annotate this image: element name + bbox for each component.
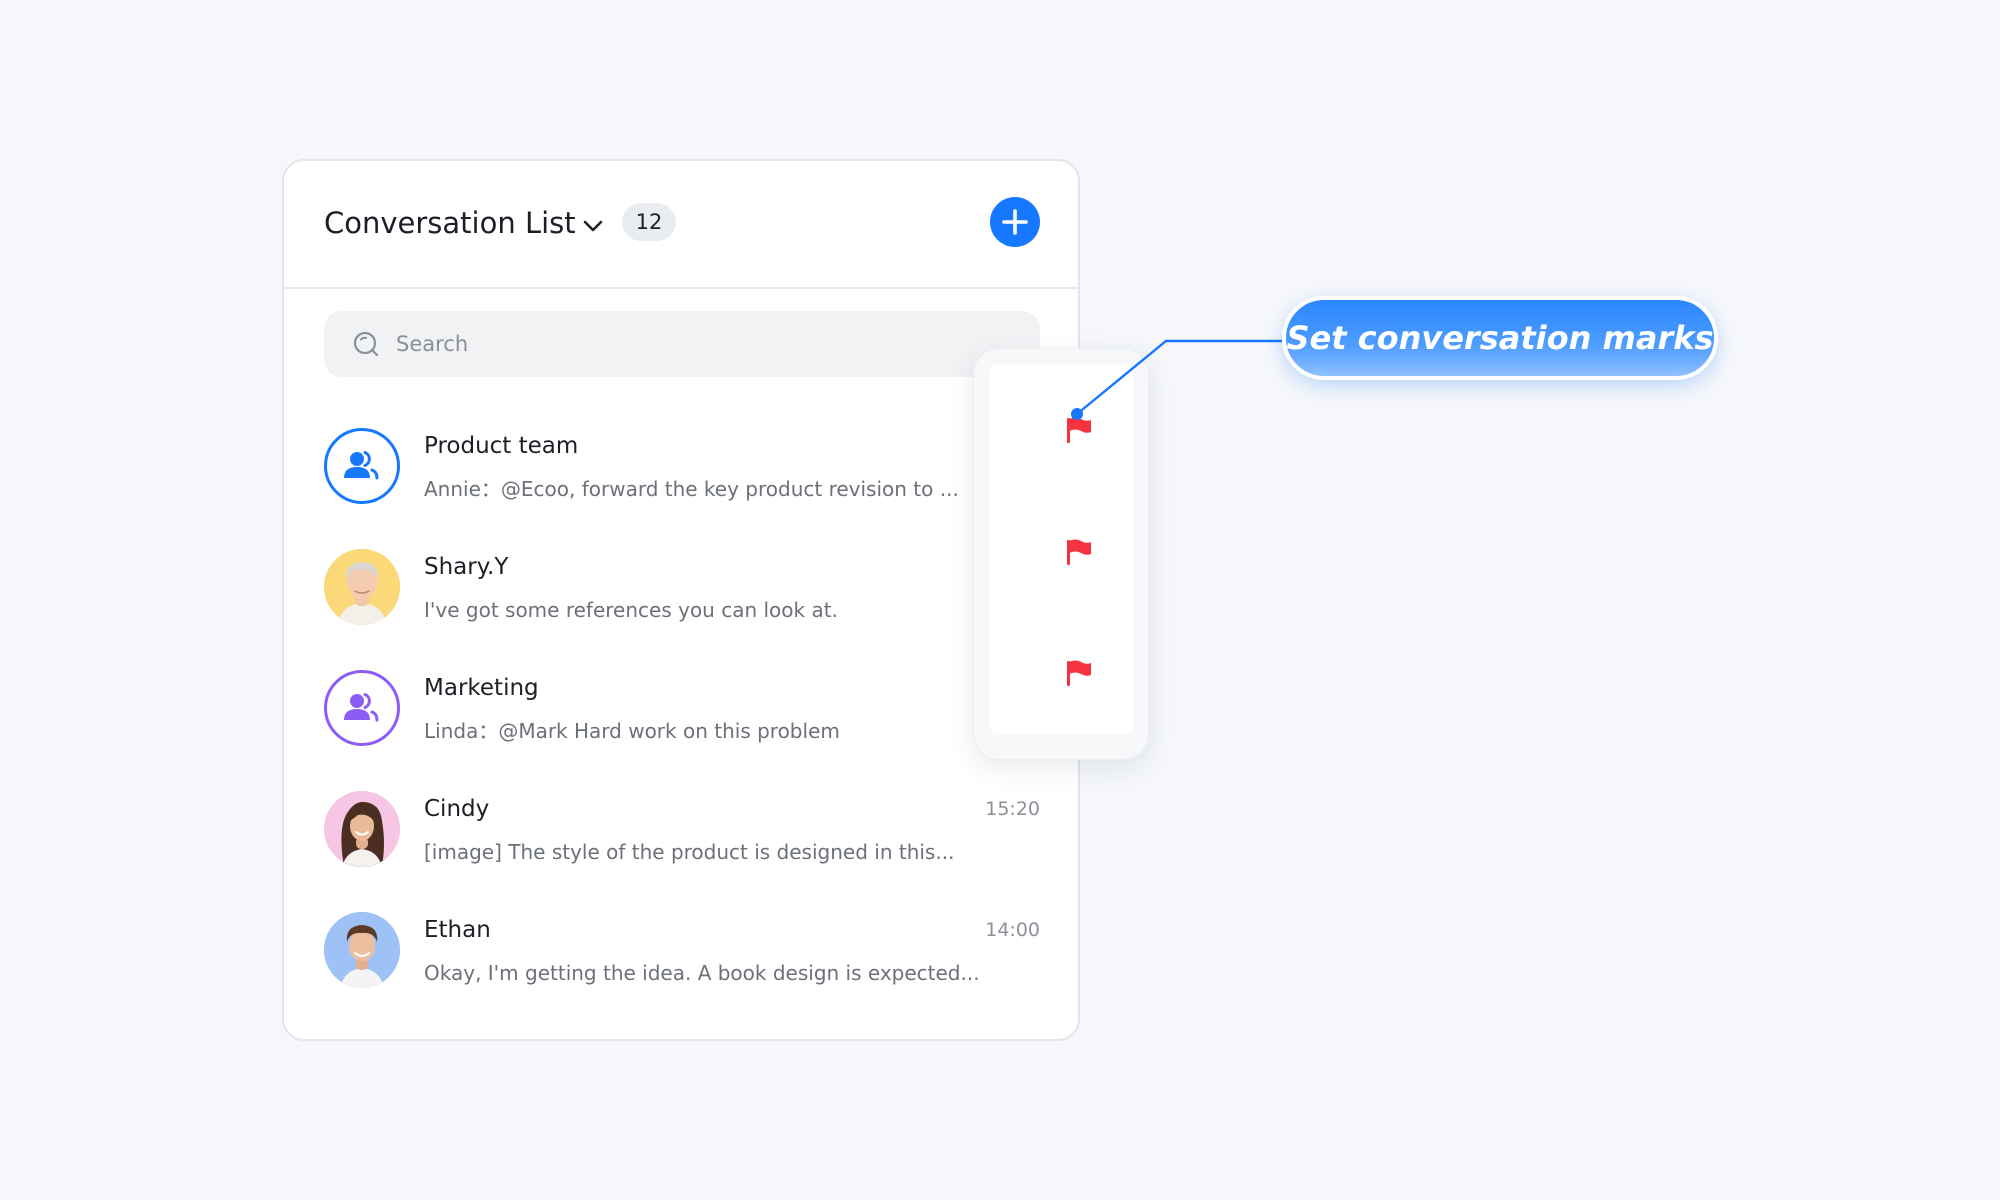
- conversation-item[interactable]: Product team Annie：@Ecoo, forward the ke…: [324, 426, 1040, 526]
- conversation-name: Marketing: [424, 675, 539, 701]
- group-icon: [344, 451, 379, 480]
- flag-icon[interactable]: [1064, 537, 1094, 567]
- conversation-item[interactable]: Marketing Linda：@Mark Hard work on this …: [324, 668, 1040, 768]
- avatar: [324, 428, 400, 504]
- conversation-name: Product team: [424, 433, 579, 459]
- search-icon: [353, 331, 379, 357]
- conversation-preview: Okay, I'm getting the idea. A book desig…: [424, 961, 980, 985]
- conversation-time: 15:20: [985, 798, 1040, 820]
- flag-icon[interactable]: [1064, 415, 1094, 445]
- conversation-preview: Annie：@Ecoo, forward the key product rev…: [424, 477, 959, 501]
- conversation-name: Cindy: [424, 796, 490, 822]
- page-title[interactable]: Conversation List: [324, 203, 576, 243]
- conversation-mark-list: [989, 364, 1133, 734]
- person-photo: [324, 549, 400, 625]
- search-input[interactable]: [396, 311, 996, 377]
- conversation-name: Shary.Y: [424, 554, 509, 580]
- conversation-mark-panel: [973, 348, 1149, 760]
- group-icon: [344, 693, 379, 722]
- conversation-name: Ethan: [424, 917, 491, 943]
- person-photo: [324, 912, 400, 988]
- avatar: [324, 549, 400, 625]
- conversation-preview: Linda：@Mark Hard work on this problem: [424, 719, 840, 743]
- avatar: [324, 912, 400, 988]
- avatar: [324, 670, 400, 746]
- conversation-list-panel: Conversation List 12 Product: [282, 159, 1080, 1041]
- search-box[interactable]: [324, 311, 1040, 377]
- chevron-down-icon[interactable]: [578, 211, 608, 241]
- conversation-item[interactable]: Ethan 14:00 Okay, I'm getting the idea. …: [324, 910, 1040, 1010]
- flag-icon[interactable]: [1064, 658, 1094, 688]
- plus-icon: [1002, 209, 1028, 235]
- conversation-item[interactable]: Shary.Y I've got some references you can…: [324, 547, 1040, 647]
- conversation-count-badge: 12: [622, 203, 676, 241]
- conversation-list-header: Conversation List 12: [284, 161, 1078, 289]
- avatar: [324, 791, 400, 867]
- add-conversation-button[interactable]: [990, 197, 1040, 247]
- conversation-time: 14:00: [985, 919, 1040, 941]
- person-photo: [324, 791, 400, 867]
- feature-callout: Set conversation marks: [1282, 296, 1718, 380]
- conversation-item[interactable]: Cindy 15:20 [image] The style of the pro…: [324, 789, 1040, 889]
- conversation-preview: I've got some references you can look at…: [424, 598, 838, 622]
- conversation-preview: [image] The style of the product is desi…: [424, 840, 955, 864]
